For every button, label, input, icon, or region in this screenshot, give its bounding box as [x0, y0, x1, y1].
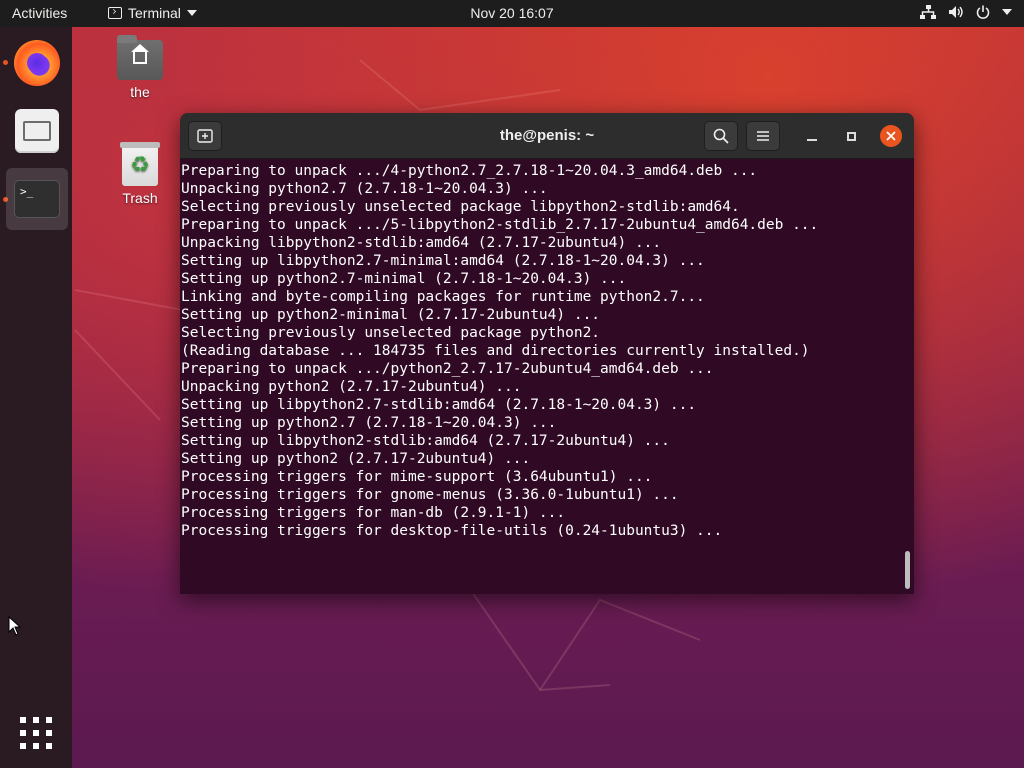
terminal-line: Setting up python2-minimal (2.7.17-2ubun…: [181, 307, 601, 323]
chevron-down-icon: [186, 10, 197, 16]
app-menu[interactable]: Terminal: [108, 5, 197, 21]
volume-icon: [949, 6, 963, 18]
activities-button[interactable]: Activities: [12, 5, 67, 21]
terminal-line: Unpacking python2.7 (2.7.18-1~20.04.3) .…: [181, 181, 548, 197]
trash-icon: ♻: [120, 142, 160, 186]
terminal-icon: >_: [14, 180, 60, 218]
terminal-line: Linking and byte-compiling packages for …: [181, 289, 705, 305]
desktop-icon-trash[interactable]: ♻ Trash: [110, 142, 170, 206]
terminal-line: Processing triggers for man-db (2.9.1-1)…: [181, 505, 566, 521]
search-icon: [713, 128, 729, 144]
window-headerbar[interactable]: the@penis: ~: [180, 113, 914, 159]
desktop-icon-home-label: the: [130, 84, 150, 100]
menu-button[interactable]: [746, 121, 780, 151]
desktop-icon-home[interactable]: the: [110, 35, 170, 100]
minimize-button[interactable]: [802, 126, 822, 146]
hamburger-icon: [757, 131, 769, 141]
search-button[interactable]: [704, 121, 738, 151]
maximize-button[interactable]: [841, 126, 861, 146]
new-tab-icon: [197, 129, 213, 143]
power-icon: [976, 5, 990, 19]
terminal-small-icon: [108, 7, 122, 19]
new-tab-button[interactable]: [188, 121, 222, 151]
close-icon: [886, 131, 896, 141]
terminal-line: Preparing to unpack .../4-python2.7_2.7.…: [181, 163, 758, 179]
files-icon: [15, 109, 59, 153]
app-menu-label: Terminal: [128, 5, 181, 21]
terminal-line: Unpacking libpython2-stdlib:amd64 (2.7.1…: [181, 235, 662, 251]
terminal-line: Setting up libpython2.7-stdlib:amd64 (2.…: [181, 397, 697, 413]
terminal-output[interactable]: Preparing to unpack .../4-python2.7_2.7.…: [180, 159, 914, 594]
dock: >_: [0, 27, 72, 768]
home-folder-icon: [117, 35, 163, 80]
close-button[interactable]: [880, 125, 902, 147]
dock-item-firefox[interactable]: [6, 32, 68, 94]
chevron-down-icon: [1002, 9, 1012, 15]
network-icon: [920, 5, 936, 19]
terminal-line: Preparing to unpack .../5-libpython2-std…: [181, 217, 819, 233]
terminal-line: Setting up libpython2-stdlib:amd64 (2.7.…: [181, 433, 670, 449]
scrollbar[interactable]: [905, 551, 910, 589]
terminal-line: Setting up python2 (2.7.17-2ubuntu4) ...: [181, 451, 531, 467]
terminal-line: Setting up libpython2.7-minimal:amd64 (2…: [181, 253, 705, 269]
terminal-line: Selecting previously unselected package …: [181, 199, 740, 215]
system-tray[interactable]: [920, 5, 1012, 19]
clock[interactable]: Nov 20 16:07: [470, 5, 553, 21]
terminal-line: Processing triggers for gnome-menus (3.3…: [181, 487, 679, 503]
terminal-line: (Reading database ... 184735 files and d…: [181, 343, 810, 359]
terminal-line: Processing triggers for desktop-file-uti…: [181, 523, 723, 539]
firefox-icon: [14, 40, 60, 86]
minimize-icon: [807, 139, 817, 141]
terminal-line: Setting up python2.7 (2.7.18-1~20.04.3) …: [181, 415, 557, 431]
terminal-line: Setting up python2.7-minimal (2.7.18-1~2…: [181, 271, 627, 287]
dock-item-terminal[interactable]: >_: [6, 168, 68, 230]
terminal-line: Processing triggers for mime-support (3.…: [181, 469, 653, 485]
desktop-icon-trash-label: Trash: [122, 190, 158, 206]
terminal-line: Selecting previously unselected package …: [181, 325, 601, 341]
top-bar: Activities Terminal Nov 20 16:07: [0, 0, 1024, 27]
maximize-icon: [846, 131, 856, 141]
window-title: the@penis: ~: [499, 127, 595, 144]
dock-item-files[interactable]: [6, 100, 68, 162]
terminal-lines: Preparing to unpack .../4-python2.7_2.7.…: [181, 162, 818, 540]
show-applications-icon[interactable]: [20, 717, 52, 749]
terminal-line: Preparing to unpack .../python2_2.7.17-2…: [181, 361, 714, 377]
terminal-line: Unpacking python2 (2.7.17-2ubuntu4) ...: [181, 379, 522, 395]
mouse-cursor-icon: [8, 616, 22, 636]
terminal-window[interactable]: the@penis: ~ Preparing to unpack .../4-p…: [180, 113, 914, 594]
